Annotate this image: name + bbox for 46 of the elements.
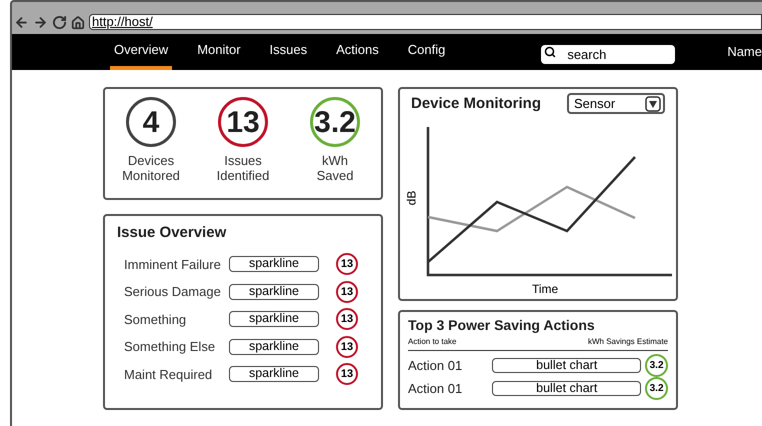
card-title: Top 3 Power Saving Actions: [408, 316, 596, 335]
action-name: Action 01: [408, 380, 464, 398]
forward-icon[interactable]: [33, 15, 48, 30]
issue-name: Serious Damage: [123, 283, 222, 301]
card-title: Issue Overview: [117, 223, 228, 243]
search-field[interactable]: search: [541, 44, 676, 64]
stat-label: kWh Saved: [316, 153, 354, 183]
issue-name: Maint Required: [123, 366, 214, 384]
column-header: Action to take: [408, 336, 456, 348]
savings-value: 3.2: [645, 354, 668, 377]
sparkline-chart: sparkline: [229, 256, 319, 272]
reload-icon[interactable]: [52, 15, 67, 30]
stat-label: Devices Monitored: [121, 153, 181, 183]
nav-tab[interactable]: Actions: [332, 34, 383, 70]
stat-label: Issues Identified: [216, 153, 270, 183]
x-axis-label: Time: [532, 281, 558, 298]
issue-name: Something: [123, 310, 188, 329]
column-header: kWh Savings Estimate: [588, 336, 668, 348]
issue-name: Imminent Failure: [123, 256, 222, 274]
issue-count: 13: [336, 280, 358, 303]
savings-value: 3.2: [645, 377, 668, 400]
dropdown-icon: [645, 96, 661, 112]
issue-count: 13: [336, 363, 358, 386]
issue-count: 13: [336, 308, 358, 330]
bullet-chart: bullet chart: [492, 381, 642, 396]
sparkline-chart: sparkline: [229, 338, 319, 355]
issue-count: 13: [336, 253, 358, 276]
sparkline-chart: sparkline: [229, 366, 319, 382]
nav-tab[interactable]: Overview: [110, 34, 172, 70]
sparkline-chart: sparkline: [229, 284, 319, 300]
back-icon[interactable]: [14, 15, 29, 30]
issue-count: 13: [336, 336, 358, 358]
user-name[interactable]: Name: [727, 42, 762, 62]
home-icon[interactable]: [71, 16, 85, 30]
sparkline-chart: sparkline: [229, 311, 319, 328]
card-title: Device Monitoring: [411, 94, 542, 114]
nav-tab[interactable]: Issues: [266, 34, 312, 70]
nav-tab[interactable]: Monitor: [193, 34, 245, 70]
bullet-chart: bullet chart: [492, 358, 642, 373]
y-axis-label: dB: [403, 190, 420, 206]
sensor-dropdown[interactable]: Sensor: [567, 93, 665, 114]
issue-name: Something Else: [123, 338, 216, 356]
search-icon: [544, 46, 556, 58]
action-name: Action 01: [408, 356, 464, 375]
nav-tab[interactable]: Config: [404, 34, 450, 70]
url-field[interactable]: http://host/: [89, 14, 762, 30]
